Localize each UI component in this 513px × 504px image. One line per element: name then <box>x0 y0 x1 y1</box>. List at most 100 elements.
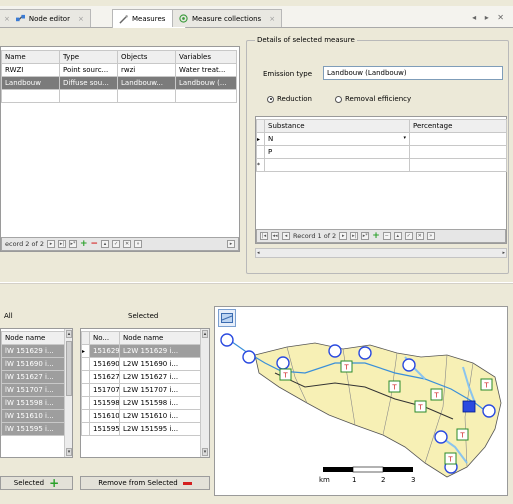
move-up-icon[interactable]: ▴ <box>393 232 402 240</box>
add-record-icon[interactable]: + <box>80 239 88 249</box>
confirm-icon[interactable]: ✓ <box>112 240 121 248</box>
outlet-marker[interactable] <box>462 400 476 413</box>
column-header-name[interactable]: Name <box>1 50 60 64</box>
table-row[interactable]: lW 151595 i... <box>1 422 65 436</box>
node-number-cell[interactable]: 151595 <box>89 422 120 436</box>
more-icon[interactable]: » <box>134 240 143 248</box>
table-row[interactable]: Landbouw Diffuse sou... Landbouw... Land… <box>1 76 237 90</box>
table-row[interactable]: lW 151598 i... <box>1 396 65 410</box>
table-row-new[interactable]: * <box>256 158 507 172</box>
cancel-icon[interactable]: ✕ <box>415 232 424 240</box>
node-name-cell[interactable]: lW 151595 i... <box>1 422 65 436</box>
table-row[interactable]: lW 151627 i... <box>1 370 65 384</box>
node-name-cell[interactable]: lW 151610 i... <box>1 409 65 423</box>
table-row[interactable]: 151690 L2W 151690 i... <box>81 357 202 371</box>
percentage-cell[interactable] <box>409 132 507 146</box>
table-row[interactable]: P <box>256 145 507 159</box>
table-row[interactable]: ▸ 151629 L2W 151629 i... <box>81 344 202 358</box>
cell-name[interactable]: Landbouw <box>1 76 60 90</box>
table-row[interactable]: lW 151610 i... <box>1 409 65 423</box>
scroll-left-icon[interactable]: ◂ <box>257 250 260 256</box>
node-number-cell[interactable]: 151627 <box>89 370 120 384</box>
move-up-icon[interactable]: ▴ <box>101 240 110 248</box>
node-name-cell[interactable]: L2W 151627 i... <box>119 370 202 384</box>
scroll-down-icon[interactable]: ▾ <box>66 448 72 456</box>
column-header-percentage[interactable]: Percentage <box>409 119 507 133</box>
column-header-node-name[interactable]: Node name <box>1 331 65 345</box>
scroll-thumb[interactable] <box>66 341 72 396</box>
horizontal-scrollbar[interactable]: ◂ ▸ <box>255 248 507 258</box>
percentage-cell[interactable] <box>409 145 507 159</box>
tab-close-icon[interactable]: × <box>4 15 10 23</box>
table-row[interactable]: 151610 L2W 151610 i... <box>81 409 202 423</box>
table-row[interactable]: lW 151707 i... <box>1 383 65 397</box>
substance-cell[interactable]: P <box>264 145 410 159</box>
cell-variables[interactable]: Landbouw (... <box>175 76 237 90</box>
node-number-cell[interactable]: 151610 <box>89 409 120 423</box>
scroll-down-icon[interactable]: ▾ <box>202 448 208 456</box>
removal-efficiency-radio[interactable]: Removal efficiency <box>335 95 411 103</box>
column-header-node-name[interactable]: Node name <box>119 331 202 345</box>
table-row[interactable]: 151598 L2W 151598 i... <box>81 396 202 410</box>
reduction-radio[interactable]: Reduction <box>267 95 312 103</box>
node-number-cell[interactable]: 151690 <box>89 357 120 371</box>
node-name-cell[interactable]: L2W 151610 i... <box>119 409 202 423</box>
cell-objects[interactable]: Landbouw... <box>117 76 176 90</box>
node-name-cell[interactable]: L2W 151707 i... <box>119 383 202 397</box>
node-name-cell[interactable]: lW 151629 i... <box>1 344 65 358</box>
confirm-icon[interactable]: ✓ <box>404 232 413 240</box>
map-view[interactable]: T T T T T T T T km 1 2 3 <box>214 306 508 496</box>
cell-type[interactable]: Point sourc... <box>59 63 118 77</box>
new-record-icon[interactable]: ▸* <box>68 240 77 248</box>
first-record-icon[interactable]: |◂ <box>260 232 268 240</box>
delete-record-icon[interactable]: − <box>382 232 391 240</box>
table-row[interactable]: 151707 L2W 151707 i... <box>81 383 202 397</box>
node-name-cell[interactable]: lW 151707 i... <box>1 383 65 397</box>
node-name-cell[interactable]: lW 151598 i... <box>1 396 65 410</box>
remove-from-selected-button[interactable]: Remove from Selected <box>80 476 210 490</box>
tab-nav-arrows[interactable]: ◂ ▸ ✕ <box>472 13 507 22</box>
add-record-icon[interactable]: + <box>372 231 380 241</box>
node-number-cell[interactable]: 151598 <box>89 396 120 410</box>
column-header-variables[interactable]: Variables <box>175 50 237 64</box>
table-row[interactable]: 151627 L2W 151627 i... <box>81 370 202 384</box>
table-row-new[interactable] <box>1 89 237 103</box>
scroll-up-icon[interactable]: ▴ <box>66 330 72 338</box>
tab-measure-collections[interactable]: Measure collections × <box>172 9 283 27</box>
tab-close-icon[interactable]: × <box>269 15 275 23</box>
table-row[interactable]: ▸ N ▾ <box>256 132 507 146</box>
node-name-cell[interactable]: L2W 151598 i... <box>119 396 202 410</box>
vertical-scrollbar[interactable]: ▴ ▾ <box>200 329 209 457</box>
cell-variables[interactable]: Water treat... <box>175 63 237 77</box>
node-name-cell[interactable]: lW 151627 i... <box>1 370 65 384</box>
cell-objects[interactable]: rwzi <box>117 63 176 77</box>
emission-type-field[interactable]: Landbouw (Landbouw) <box>323 66 503 80</box>
node-name-cell[interactable]: L2W 151595 i... <box>119 422 202 436</box>
tab-node-editor[interactable]: × Node editor × <box>0 9 91 27</box>
add-to-selected-button[interactable]: Selected + <box>0 476 73 490</box>
scroll-right-icon[interactable]: ▸ <box>227 240 235 248</box>
last-record-icon[interactable]: ▸| <box>57 240 66 248</box>
node-number-cell[interactable]: 151707 <box>89 383 120 397</box>
cancel-icon[interactable]: ✕ <box>123 240 132 248</box>
prev-record-icon[interactable]: ◂ <box>282 232 290 240</box>
scroll-up-icon[interactable]: ▴ <box>202 330 208 338</box>
column-header-type[interactable]: Type <box>59 50 118 64</box>
prev-page-icon[interactable]: ◂◂ <box>271 232 279 240</box>
column-header-objects[interactable]: Objects <box>117 50 176 64</box>
splitter[interactable] <box>0 282 513 284</box>
table-row[interactable]: 151595 L2W 151595 i... <box>81 422 202 436</box>
more-icon[interactable]: » <box>426 232 435 240</box>
dropdown-arrow-icon[interactable]: ▾ <box>403 135 406 141</box>
catchment-map[interactable]: T T T T T T T T km 1 2 3 <box>215 307 508 496</box>
node-name-cell[interactable]: L2W 151690 i... <box>119 357 202 371</box>
new-record-icon[interactable]: ▸* <box>361 232 370 240</box>
substance-combo[interactable]: N ▾ <box>264 132 410 146</box>
table-row[interactable]: lW 151690 i... <box>1 357 65 371</box>
cell-name[interactable]: RWZI <box>1 63 60 77</box>
column-header-substance[interactable]: Substance <box>264 119 410 133</box>
last-record-icon[interactable]: ▸| <box>350 232 359 240</box>
node-name-cell[interactable]: lW 151690 i... <box>1 357 65 371</box>
next-record-icon[interactable]: ▸ <box>339 232 348 240</box>
column-header-number[interactable]: No... <box>89 331 120 345</box>
